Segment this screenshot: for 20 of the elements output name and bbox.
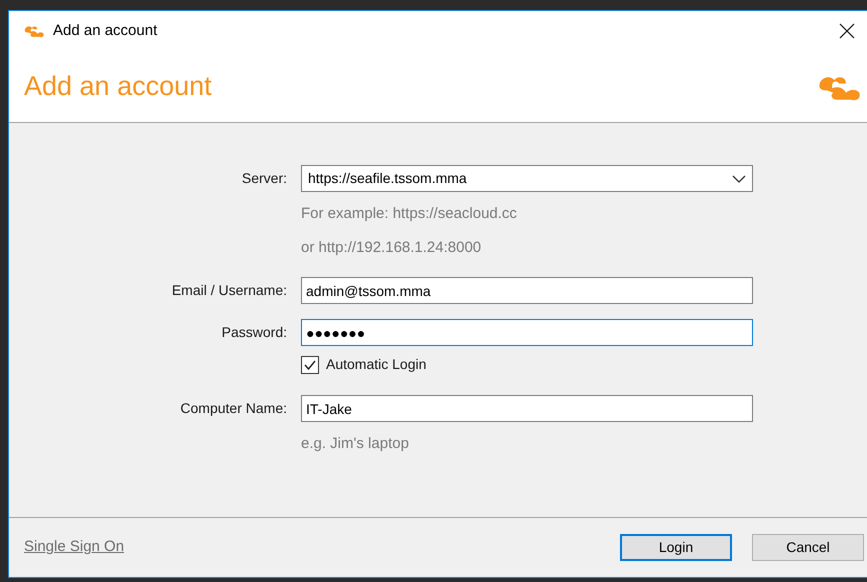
text-field[interactable]: admin@tssom.mma [301, 277, 753, 304]
text-field[interactable]: ●●●●●●● [301, 319, 753, 346]
automatic-login-checkbox[interactable]: Automatic Login [301, 354, 426, 375]
field-label: Email / Username: [170, 281, 288, 300]
hint-text: e.g. Jim's laptop [301, 434, 410, 454]
field-label: Password: [220, 323, 288, 342]
dialog-button[interactable]: Login [620, 534, 732, 561]
cloud-logo-icon [23, 24, 45, 38]
dialog-button[interactable]: Cancel [752, 534, 864, 561]
chevron-down-icon [732, 174, 746, 184]
server-dropdown[interactable]: https://seafile.tssom.mma [301, 165, 753, 192]
hint-text: or http://192.168.1.24:8000 [301, 238, 482, 258]
field-label: Server: [240, 169, 288, 188]
header-title: Add an account [24, 70, 212, 104]
single-sign-on-link[interactable]: Single Sign On [24, 536, 620, 559]
window-title: Add an account [53, 20, 158, 41]
close-icon[interactable] [839, 23, 855, 39]
field-label: Computer Name: [179, 399, 288, 418]
text-field[interactable]: IT-Jake [301, 395, 753, 422]
hint-text: For example: https://seacloud.cc [301, 204, 518, 224]
